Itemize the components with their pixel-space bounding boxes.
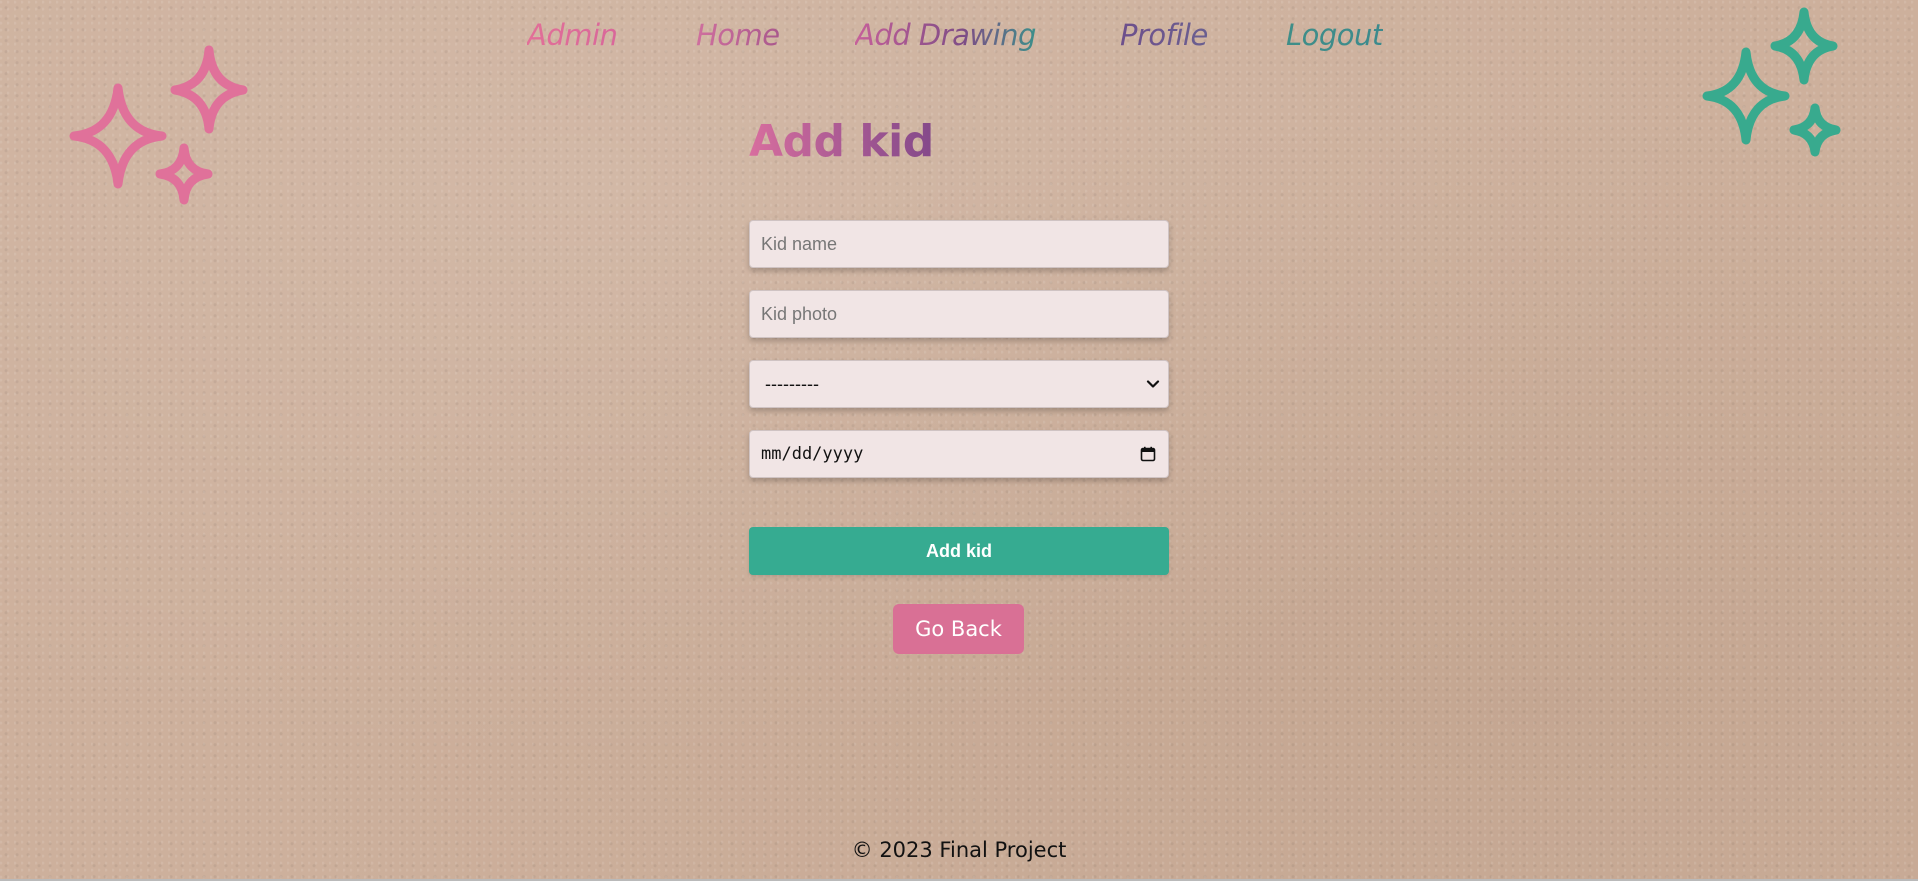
kid-photo-input[interactable] [749, 290, 1169, 338]
page-title: Add kid [749, 112, 934, 172]
nav-link-home[interactable]: Home [696, 18, 780, 52]
date-placeholder: mm/dd/yyyy [761, 444, 864, 464]
nav-link-admin[interactable]: Admin [527, 18, 618, 52]
sparkles-teal-icon [1680, 4, 1885, 174]
birthdate-input[interactable]: mm/dd/yyyy [749, 430, 1169, 478]
select-value: --------- [765, 373, 819, 394]
kid-select-dropdown[interactable]: --------- [749, 360, 1169, 408]
nav-link-profile[interactable]: Profile [1120, 18, 1208, 52]
chevron-down-icon [1146, 380, 1160, 388]
footer-copyright: © 2023 Final Project [851, 838, 1067, 862]
nav-link-add-drawing[interactable]: Add Drawing [855, 18, 1036, 52]
add-kid-section: Add kid --------- mm/dd/yyyy Add kid Go … [749, 112, 1169, 654]
top-nav: Admin Home Add Drawing Profile Logout [0, 18, 1918, 64]
nav-link-logout[interactable]: Logout [1286, 18, 1383, 52]
sparkles-pink-icon [50, 40, 260, 215]
go-back-button[interactable]: Go Back [893, 604, 1024, 654]
kid-name-input[interactable] [749, 220, 1169, 268]
add-kid-button[interactable]: Add kid [749, 527, 1169, 575]
calendar-icon[interactable] [1140, 446, 1156, 462]
